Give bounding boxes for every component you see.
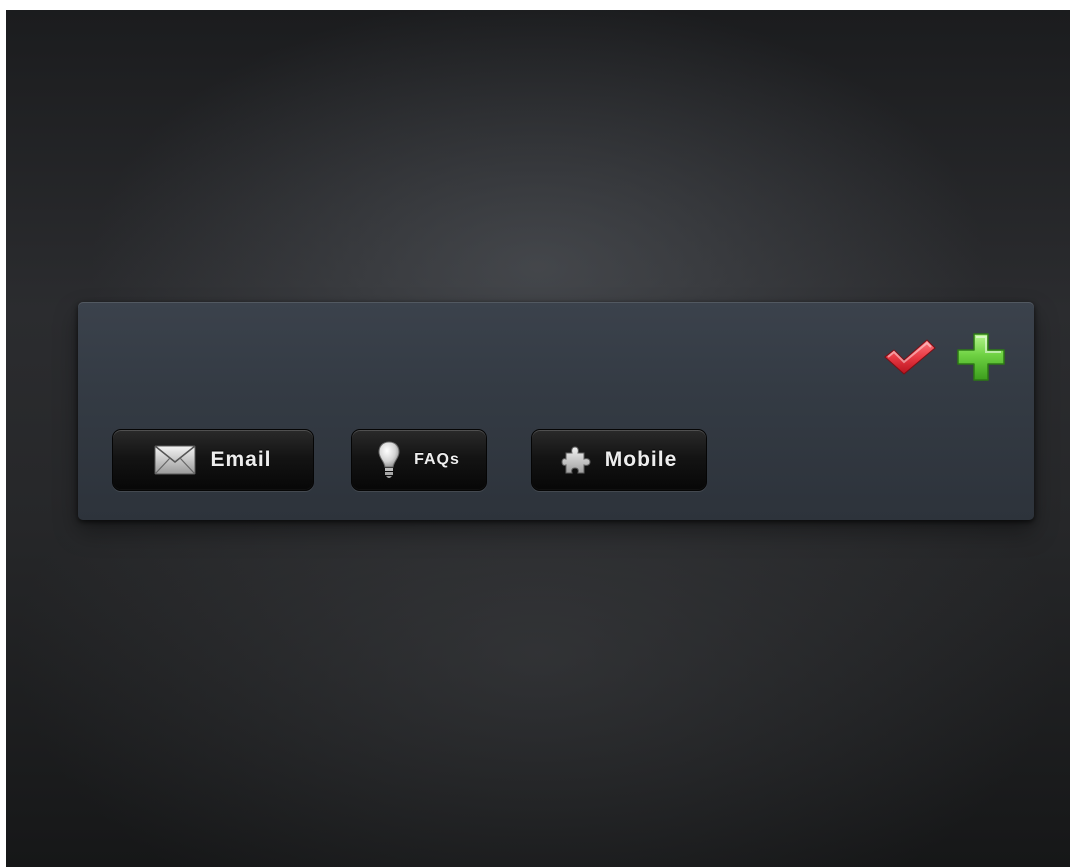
status-icons [882, 332, 1006, 382]
check-icon[interactable] [882, 337, 938, 377]
faqs-button-label: FAQs [414, 451, 460, 468]
email-button[interactable]: Email [112, 429, 314, 491]
page-background: Email FAQs Mobile [6, 10, 1070, 867]
mobile-button[interactable]: Mobile [531, 429, 707, 491]
envelope-icon [154, 445, 196, 475]
puzzle-icon [561, 445, 591, 475]
lightbulb-icon [378, 441, 400, 479]
mobile-button-label: Mobile [604, 448, 678, 471]
email-button-label: Email [210, 448, 272, 471]
plus-icon[interactable] [956, 332, 1006, 382]
faqs-button[interactable]: FAQs [351, 429, 487, 491]
toolbar-panel: Email FAQs Mobile [78, 302, 1034, 520]
